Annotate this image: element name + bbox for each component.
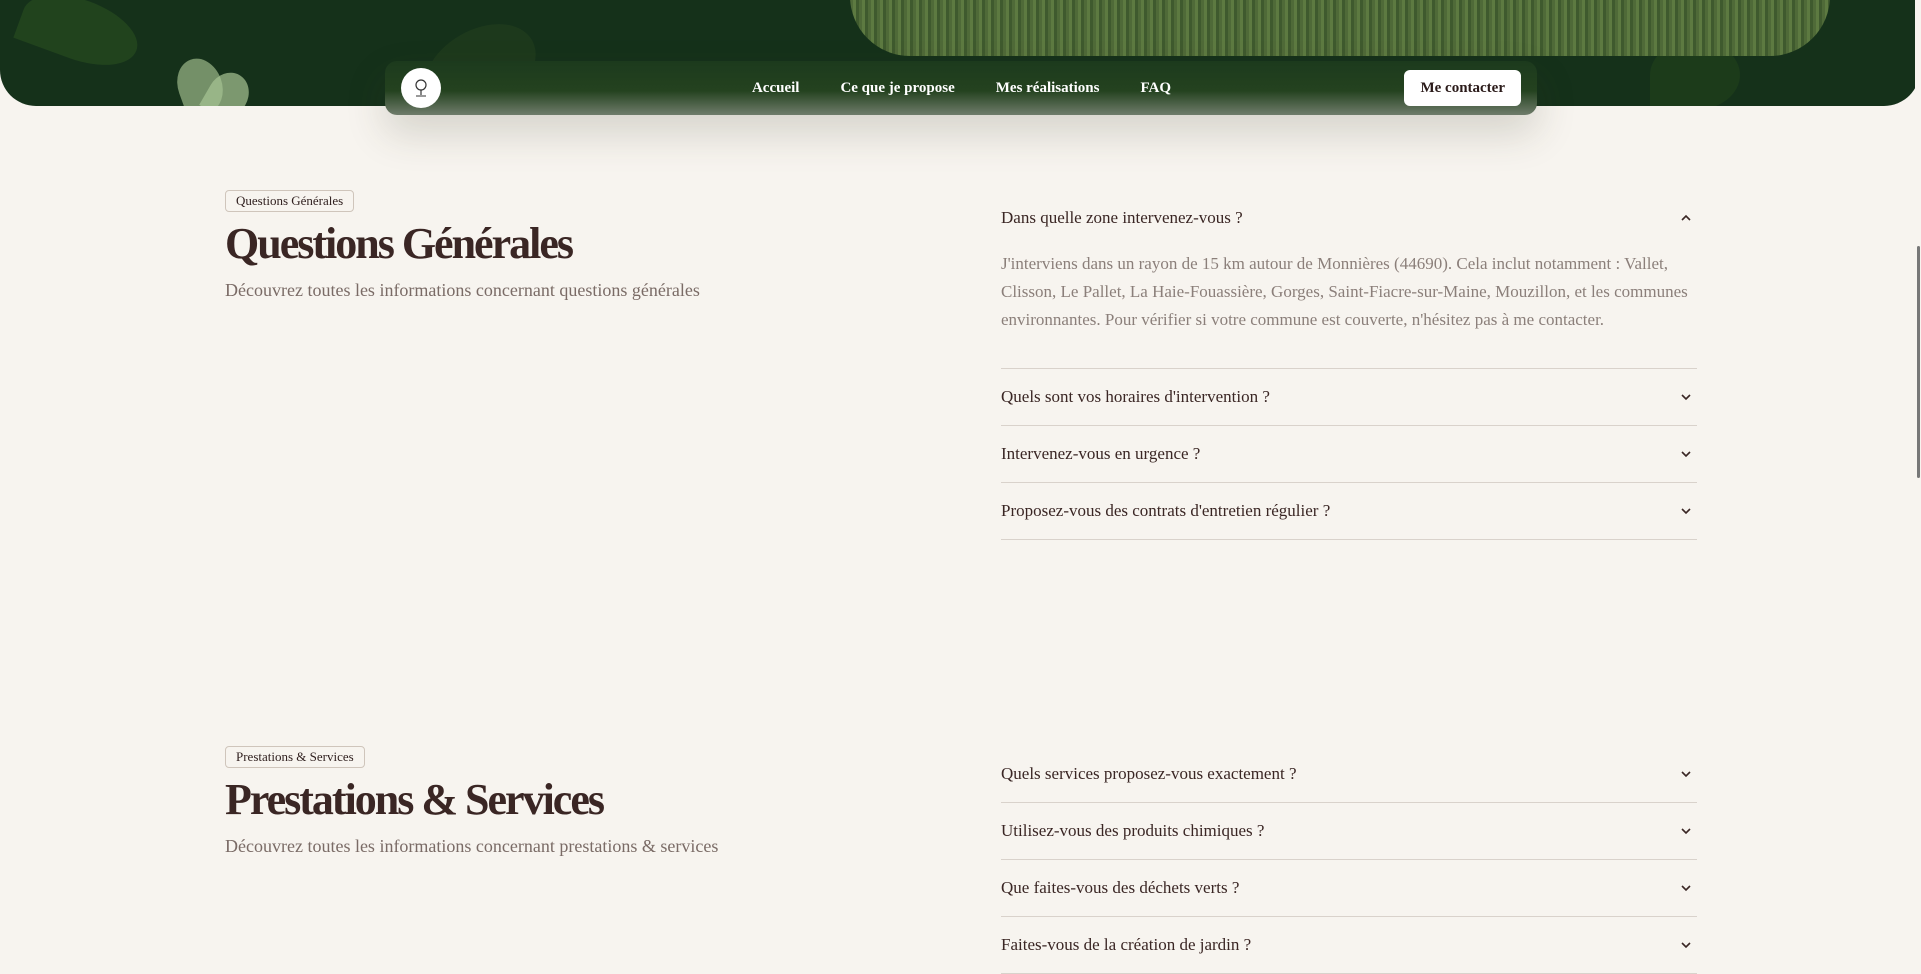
faq-section-general: Questions Générales Questions Générales …: [225, 190, 1697, 540]
faq-question-toggle[interactable]: Que faites-vous des déchets verts ?: [1001, 860, 1697, 916]
faq-list: Quels services proposez-vous exactement …: [1001, 746, 1697, 974]
chevron-down-icon: [1681, 942, 1691, 949]
faq-item: Quels sont vos horaires d'intervention ?: [1001, 369, 1697, 426]
nav-link-realisations[interactable]: Mes réalisations: [996, 80, 1100, 97]
faq-item: Quels services proposez-vous exactement …: [1001, 746, 1697, 803]
faq-question-toggle[interactable]: Utilisez-vous des produits chimiques ?: [1001, 803, 1697, 859]
faq-question: Quels services proposez-vous exactement …: [1001, 764, 1297, 783]
nav-link-faq[interactable]: FAQ: [1140, 80, 1171, 97]
page-scrollbar[interactable]: [1915, 0, 1921, 966]
nav-link-services[interactable]: Ce que je propose: [840, 80, 954, 97]
faq-question-toggle[interactable]: Dans quelle zone intervenez-vous ?: [1001, 190, 1697, 246]
section-badge: Prestations & Services: [225, 746, 365, 768]
faq-item: Dans quelle zone intervenez-vous ? J'int…: [1001, 190, 1697, 369]
faq-list: Dans quelle zone intervenez-vous ? J'int…: [1001, 190, 1697, 540]
faq-question: Intervenez-vous en urgence ?: [1001, 444, 1201, 463]
faq-section-services: Prestations & Services Prestations & Ser…: [225, 746, 1697, 974]
scrollbar-thumb[interactable]: [1917, 246, 1920, 478]
faq-item: Utilisez-vous des produits chimiques ?: [1001, 803, 1697, 860]
faq-question-toggle[interactable]: Quels sont vos horaires d'intervention ?: [1001, 369, 1697, 425]
faq-question: Faites-vous de la création de jardin ?: [1001, 935, 1252, 954]
chevron-down-icon: [1681, 828, 1691, 835]
chevron-down-icon: [1681, 451, 1691, 458]
faq-question: Proposez-vous des contrats d'entretien r…: [1001, 501, 1331, 520]
faq-answer: J'interviens dans un rayon de 15 km auto…: [1001, 254, 1688, 329]
faq-question: Quels sont vos horaires d'intervention ?: [1001, 387, 1270, 406]
chevron-down-icon: [1681, 885, 1691, 892]
chevron-down-icon: [1681, 394, 1691, 401]
nav-links: Accueil Ce que je propose Mes réalisatio…: [385, 61, 1537, 115]
faq-question-toggle[interactable]: Intervenez-vous en urgence ?: [1001, 426, 1697, 482]
contact-button[interactable]: Me contacter: [1404, 70, 1521, 106]
faq-question-toggle[interactable]: Quels services proposez-vous exactement …: [1001, 746, 1697, 802]
faq-question-toggle[interactable]: Faites-vous de la création de jardin ?: [1001, 917, 1697, 973]
section-badge: Questions Générales: [225, 190, 355, 212]
faq-item: Intervenez-vous en urgence ?: [1001, 426, 1697, 483]
faq-question: Utilisez-vous des produits chimiques ?: [1001, 821, 1265, 840]
foliage-decoration: [13, 0, 147, 79]
faq-question-toggle[interactable]: Proposez-vous des contrats d'entretien r…: [1001, 483, 1697, 539]
faq-item: Que faites-vous des déchets verts ?: [1001, 860, 1697, 917]
faq-question: Dans quelle zone intervenez-vous ?: [1001, 208, 1243, 227]
nav-link-accueil[interactable]: Accueil: [752, 80, 799, 97]
lawn-image: [850, 0, 1830, 56]
chevron-up-icon: [1681, 214, 1691, 221]
faq-item: Faites-vous de la création de jardin ?: [1001, 917, 1697, 974]
chevron-down-icon: [1681, 508, 1691, 515]
faq-question: Que faites-vous des déchets verts ?: [1001, 878, 1240, 897]
main-navbar: Accueil Ce que je propose Mes réalisatio…: [385, 61, 1537, 115]
chevron-down-icon: [1681, 771, 1691, 778]
faq-item: Proposez-vous des contrats d'entretien r…: [1001, 483, 1697, 540]
